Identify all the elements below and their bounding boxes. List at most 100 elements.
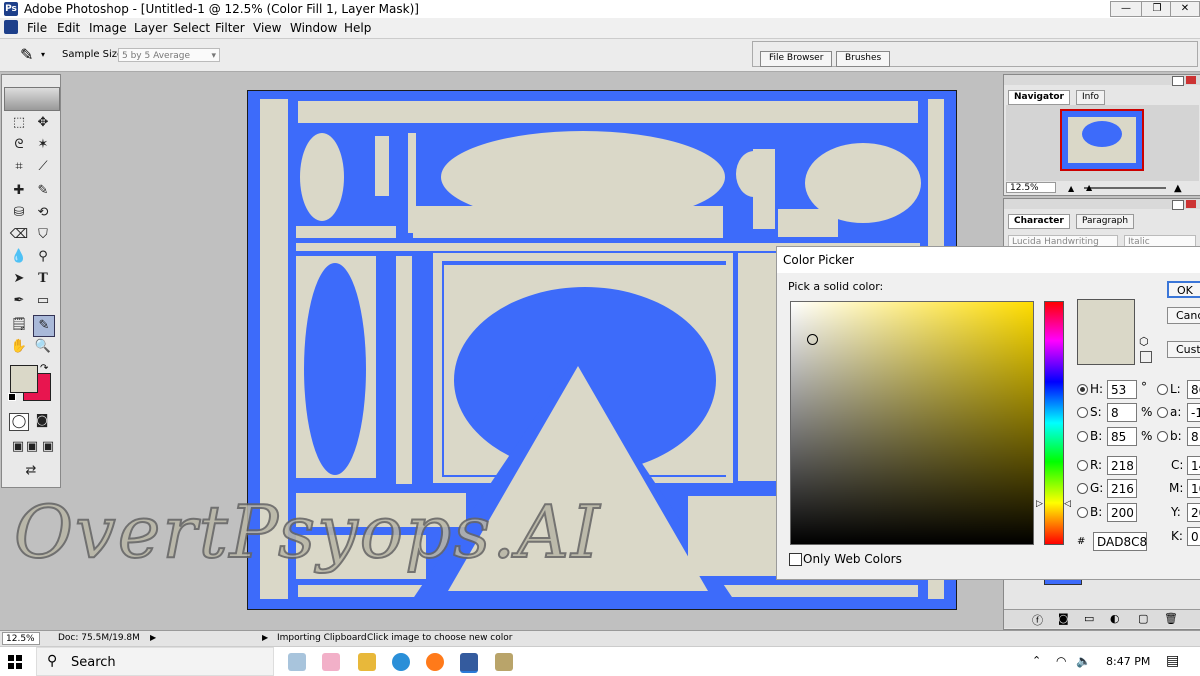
- adjustment-layer-icon[interactable]: ◐: [1110, 612, 1120, 625]
- layer-style-icon[interactable]: ⓕ: [1032, 612, 1043, 628]
- m-field[interactable]: 10: [1187, 479, 1200, 498]
- lasso-tool-icon[interactable]: ᘓ: [9, 135, 29, 155]
- color-field[interactable]: [790, 301, 1034, 545]
- hex-field[interactable]: DAD8C8: [1093, 532, 1147, 551]
- radio-a[interactable]: [1157, 407, 1168, 418]
- panel-close-icon[interactable]: [1186, 76, 1196, 84]
- new-layer-icon[interactable]: ▢: [1138, 612, 1148, 625]
- s-field[interactable]: 8: [1107, 403, 1137, 422]
- new-set-icon[interactable]: ▭: [1084, 612, 1094, 625]
- zoom-slider-thumb-icon[interactable]: ▲: [1086, 183, 1092, 192]
- eyedropper-tool-icon[interactable]: ✎: [33, 315, 55, 337]
- tab-info[interactable]: Info: [1076, 90, 1106, 105]
- notifications-icon[interactable]: ▤: [1166, 653, 1179, 669]
- b-field[interactable]: 85: [1107, 427, 1137, 446]
- panel-close-icon[interactable]: [1186, 200, 1196, 208]
- trash-icon[interactable]: 🗑: [1164, 612, 1178, 625]
- tab-navigator[interactable]: Navigator: [1008, 90, 1070, 105]
- radio-b[interactable]: [1077, 431, 1088, 442]
- tool-preset-chevron-icon[interactable]: ▾: [41, 50, 45, 59]
- task-view-icon[interactable]: [288, 653, 306, 671]
- hue-slider-right-arrow-icon[interactable]: ◁: [1064, 499, 1071, 509]
- zoom-in-icon[interactable]: ▲: [1174, 183, 1182, 194]
- jump-to-imageready-icon[interactable]: ⇄: [9, 461, 53, 481]
- adobe-online-icon[interactable]: [4, 87, 60, 111]
- zoom-slider[interactable]: [1084, 187, 1166, 189]
- magic-wand-icon[interactable]: ✶: [33, 135, 53, 155]
- full-screen-icon[interactable]: ▣: [38, 437, 58, 457]
- radio-h[interactable]: [1077, 384, 1088, 395]
- color-field-cursor[interactable]: [807, 334, 818, 345]
- photoshop-taskbar-icon[interactable]: [460, 653, 478, 673]
- document-icon[interactable]: [4, 20, 18, 34]
- custom-button[interactable]: Custom: [1167, 341, 1200, 358]
- marquee-tool-icon[interactable]: ⬚: [9, 113, 29, 133]
- radio-g[interactable]: [1077, 483, 1088, 494]
- menu-window[interactable]: Window: [290, 21, 337, 35]
- volume-icon[interactable]: 🔈: [1076, 654, 1091, 668]
- tab-character[interactable]: Character: [1008, 214, 1070, 229]
- zoom-out-icon[interactable]: ▲: [1068, 184, 1074, 193]
- standard-mode-icon[interactable]: ◯: [9, 413, 29, 431]
- status-menu-arrow-icon[interactable]: ▶: [150, 633, 156, 642]
- shape-tool-icon[interactable]: ▭: [33, 291, 53, 311]
- blur-tool-icon[interactable]: 💧: [9, 247, 29, 267]
- h-field[interactable]: 53: [1107, 380, 1137, 399]
- firefox-icon[interactable]: [426, 653, 444, 671]
- menu-help[interactable]: Help: [344, 21, 371, 35]
- hue-slider-left-arrow-icon[interactable]: ▷: [1036, 499, 1043, 509]
- menu-file[interactable]: File: [27, 21, 47, 35]
- swap-colors-icon[interactable]: ↷: [40, 363, 48, 374]
- paint-bucket-icon[interactable]: ⛉: [33, 225, 53, 245]
- type-tool-icon[interactable]: T: [33, 269, 53, 289]
- cancel-button[interactable]: Cancel: [1167, 307, 1200, 324]
- brush-tool-icon[interactable]: ✎: [33, 181, 53, 201]
- c-field[interactable]: 14: [1187, 456, 1200, 475]
- only-web-colors-checkbox[interactable]: [789, 553, 802, 566]
- clock-time[interactable]: 8:47 PM: [1106, 655, 1150, 668]
- dodge-tool-icon[interactable]: ⚲: [33, 247, 53, 267]
- web-safe-icon[interactable]: [1140, 351, 1152, 363]
- edge-browser-icon[interactable]: [392, 653, 410, 671]
- restore-button[interactable]: ❐: [1141, 1, 1173, 17]
- healing-brush-icon[interactable]: ✚: [9, 181, 29, 201]
- zoom-tool-icon[interactable]: 🔍: [33, 337, 53, 357]
- close-button[interactable]: ✕: [1170, 1, 1200, 17]
- lab-b-field[interactable]: 8: [1187, 427, 1200, 446]
- notes-tool-icon[interactable]: 🗒: [9, 315, 29, 335]
- app-taskbar-icon[interactable]: [495, 653, 513, 671]
- r-field[interactable]: 218: [1107, 456, 1137, 475]
- path-selection-icon[interactable]: ➤: [9, 269, 29, 289]
- menu-view[interactable]: View: [253, 21, 281, 35]
- wifi-icon[interactable]: ◠: [1056, 654, 1066, 668]
- menu-edit[interactable]: Edit: [57, 21, 80, 35]
- radio-lab-b[interactable]: [1157, 431, 1168, 442]
- clone-stamp-icon[interactable]: ⛁: [9, 203, 29, 223]
- minimize-button[interactable]: —: [1110, 1, 1142, 17]
- ok-button[interactable]: OK: [1167, 281, 1200, 298]
- default-colors-icon[interactable]: [8, 393, 16, 401]
- radio-r[interactable]: [1077, 460, 1088, 471]
- foreground-color-swatch[interactable]: [10, 365, 38, 393]
- status-zoom-field[interactable]: 12.5%: [2, 632, 40, 645]
- windows-start-icon[interactable]: [8, 655, 22, 669]
- chevron-up-icon[interactable]: ⌃: [1032, 654, 1041, 667]
- layer-mask-icon[interactable]: ◙: [1058, 612, 1069, 625]
- radio-l[interactable]: [1157, 384, 1168, 395]
- move-tool-icon[interactable]: ✥: [33, 113, 53, 133]
- a-field[interactable]: -1: [1187, 403, 1200, 422]
- sample-size-select[interactable]: 5 by 5 Average ▾: [118, 48, 220, 62]
- l-field[interactable]: 86: [1187, 380, 1200, 399]
- crop-tool-icon[interactable]: ⌗: [9, 157, 29, 177]
- paint-app-icon[interactable]: [322, 653, 340, 671]
- g-field[interactable]: 216: [1107, 479, 1137, 498]
- radio-bv[interactable]: [1077, 507, 1088, 518]
- menu-filter[interactable]: Filter: [215, 21, 245, 35]
- gamut-cube-icon[interactable]: ⬡: [1139, 335, 1149, 348]
- navigator-zoom-field[interactable]: 12.5%: [1006, 182, 1056, 193]
- tab-brushes[interactable]: Brushes: [836, 51, 891, 67]
- taskbar-search-box[interactable]: ⚲ Search: [36, 647, 274, 676]
- eraser-tool-icon[interactable]: ⌫: [9, 225, 29, 245]
- radio-s[interactable]: [1077, 407, 1088, 418]
- panel-minimize-icon[interactable]: [1172, 76, 1184, 86]
